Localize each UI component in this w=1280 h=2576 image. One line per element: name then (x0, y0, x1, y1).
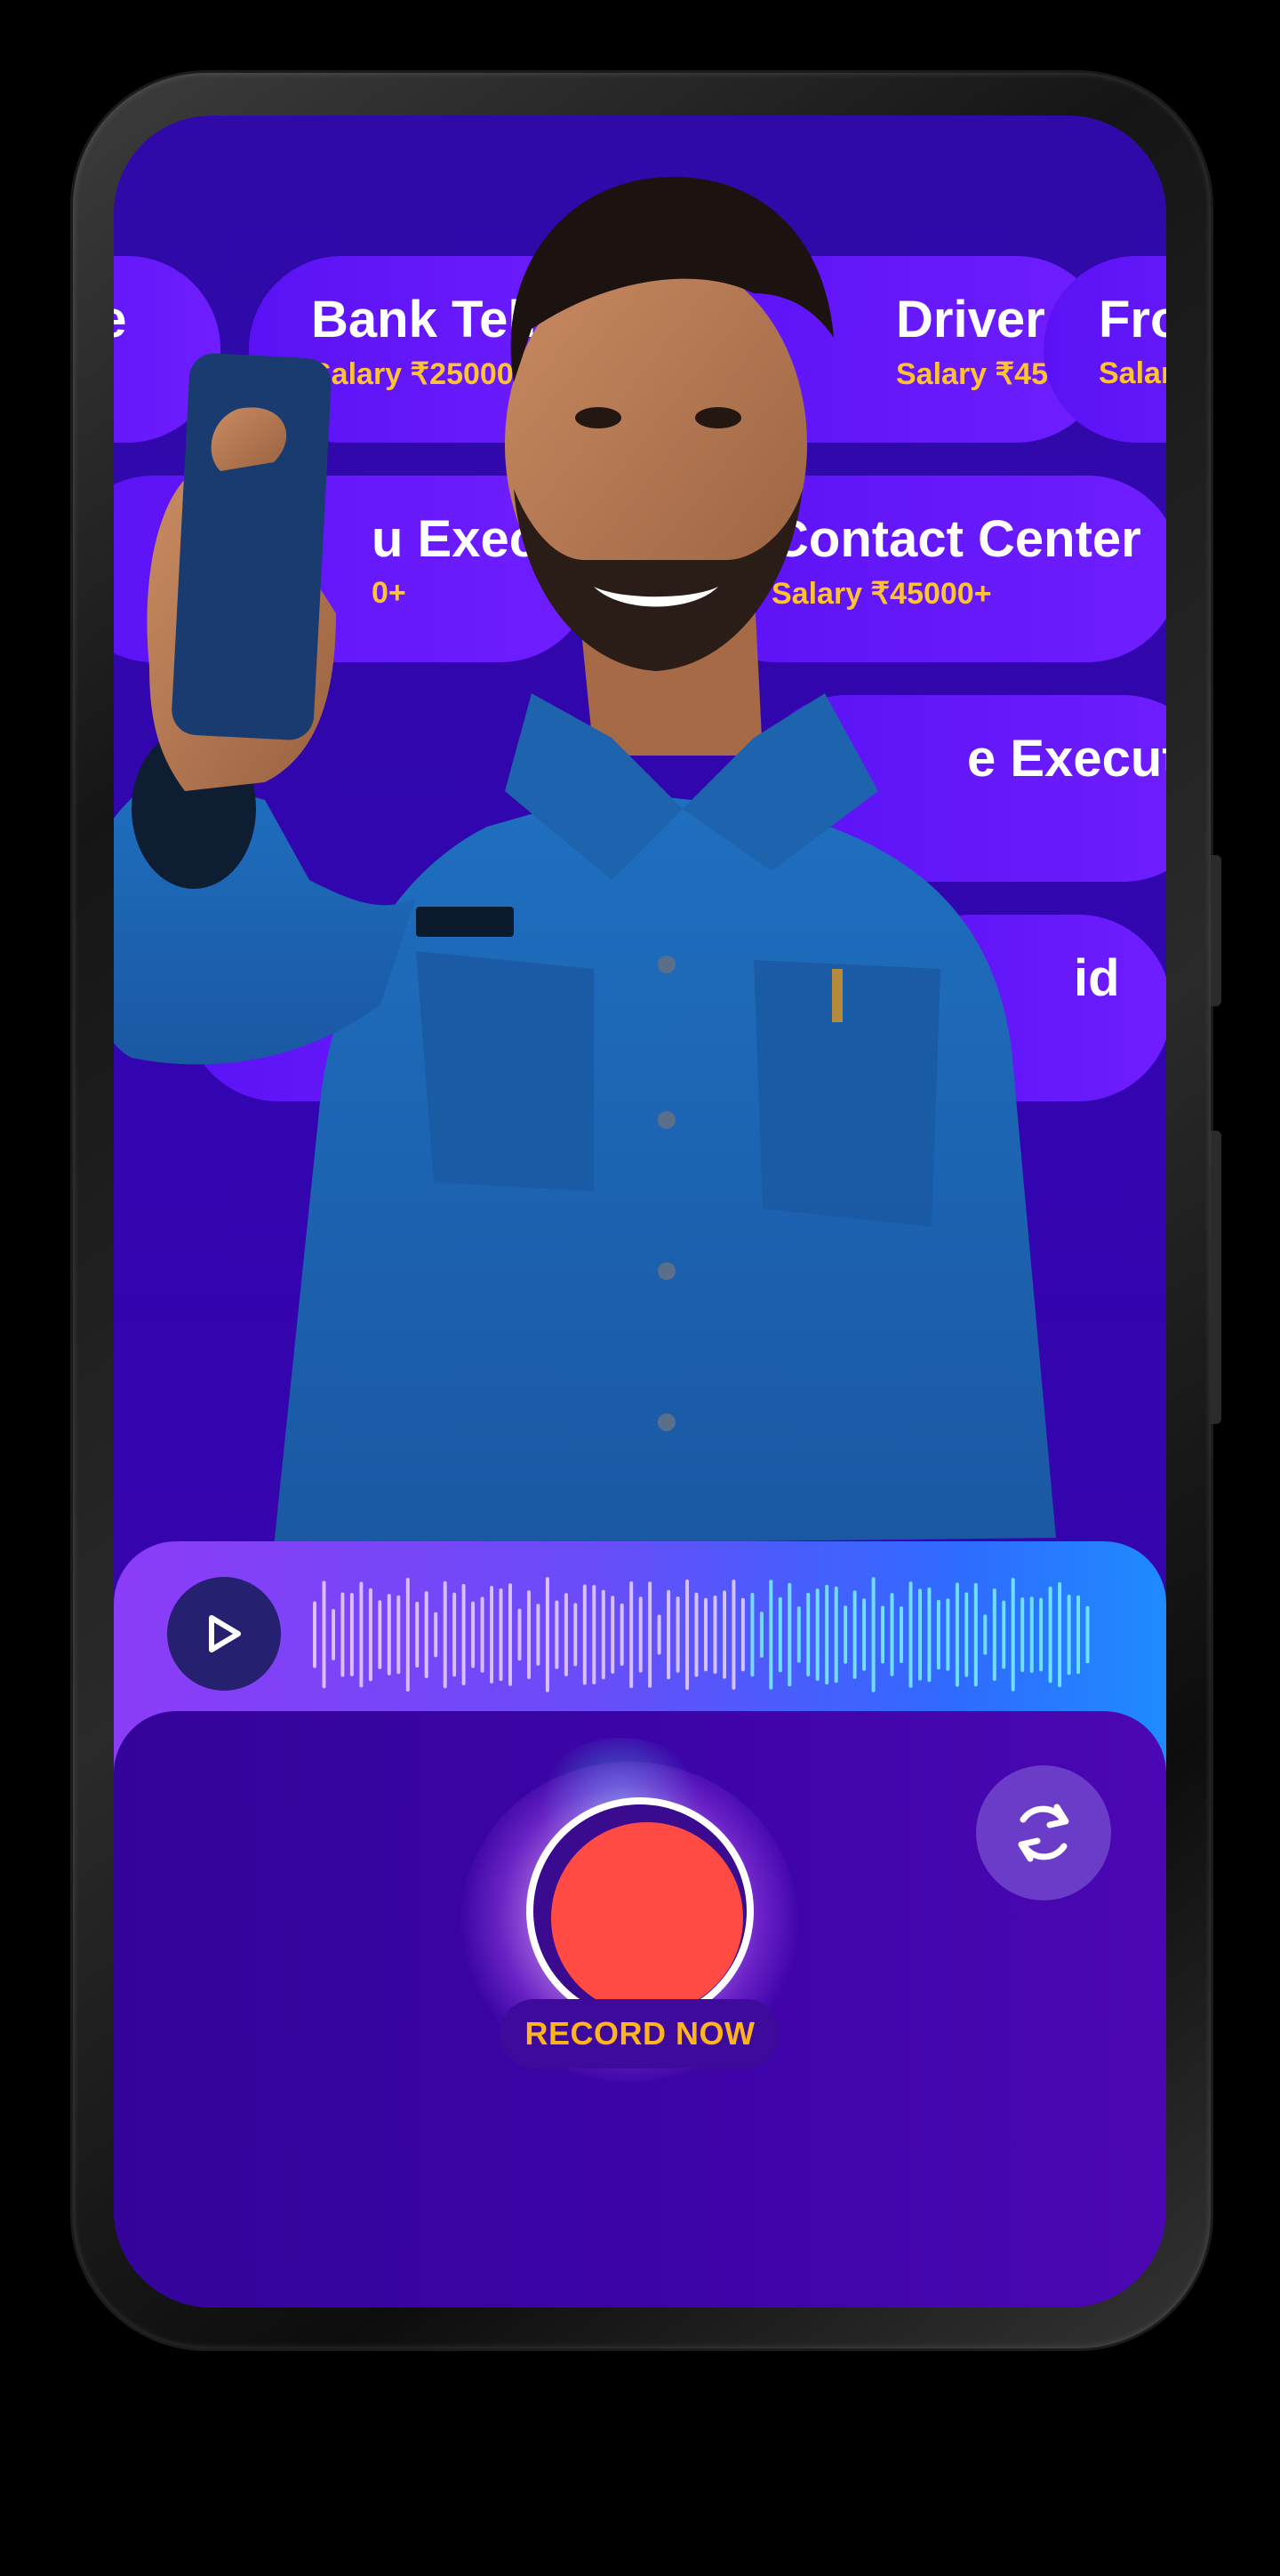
waveform-bar (1067, 1594, 1071, 1676)
waveform-bar (415, 1601, 420, 1668)
waveform-bar (685, 1579, 689, 1691)
waveform-bar (480, 1596, 484, 1673)
waveform-bar (769, 1580, 773, 1690)
waveform-bar (955, 1582, 959, 1687)
waveform-bar (499, 1588, 503, 1682)
waveform-bar (536, 1604, 540, 1666)
waveform-bar (908, 1581, 913, 1688)
waveform-bar (517, 1608, 522, 1661)
waveform-bar (629, 1581, 634, 1689)
refresh-icon (1018, 1804, 1069, 1862)
waveform-bar (946, 1598, 950, 1671)
play-icon (209, 1615, 241, 1652)
waveform-bar (611, 1596, 615, 1674)
waveform-bar (862, 1598, 867, 1671)
waveform-bar (927, 1587, 932, 1683)
waveform-bar (918, 1588, 922, 1681)
waveform-bar (490, 1586, 493, 1684)
waveform-bar (1048, 1586, 1052, 1684)
phone-volume-button (1211, 1131, 1221, 1424)
waveform-bar (396, 1595, 401, 1675)
waveform-bar (759, 1612, 764, 1658)
waveform-bar (694, 1592, 699, 1677)
waveform-bar (648, 1581, 652, 1688)
waveform-bar (527, 1590, 531, 1679)
waveform-bar (667, 1589, 671, 1680)
waveform-bar (1002, 1600, 1006, 1669)
person-photo (114, 177, 1056, 1547)
record-button-ring (526, 1797, 754, 2025)
waveform-bar (387, 1594, 391, 1676)
waveform-bar (545, 1577, 549, 1692)
waveform-bar (992, 1588, 996, 1681)
waveform-bar (461, 1584, 466, 1685)
waveform-bar (424, 1591, 428, 1678)
waveform-bar (732, 1580, 736, 1690)
waveform-bar (973, 1582, 978, 1687)
waveform-bar (815, 1588, 820, 1681)
waveform-bar (573, 1603, 578, 1667)
waveform-bar (740, 1597, 745, 1672)
phone-side-button (1211, 855, 1221, 1006)
waveform-bar (332, 1609, 335, 1660)
waveform-bar (964, 1592, 969, 1677)
waveform-bar (349, 1593, 354, 1676)
waveform-bar (788, 1582, 792, 1687)
waveform-bar (936, 1599, 940, 1670)
waveform-bar (471, 1601, 476, 1668)
waveform-bar (852, 1590, 857, 1679)
waveform-bar (359, 1581, 364, 1688)
waveform-bar (778, 1596, 782, 1673)
waveform-bar (452, 1592, 457, 1677)
waveform-bar (340, 1592, 345, 1677)
record-button-border (533, 1804, 747, 2018)
refresh-button[interactable] (976, 1765, 1111, 1900)
waveform-bar (368, 1588, 372, 1682)
record-panel: RECORD NOW (114, 1711, 1166, 2308)
waveform-bar (657, 1614, 661, 1655)
waveform-bar (620, 1603, 624, 1666)
waveform-bar (900, 1606, 903, 1663)
waveform-bar (844, 1605, 848, 1664)
waveform-bar (638, 1596, 643, 1673)
waveform-bar (378, 1600, 382, 1669)
waveform-bar (508, 1583, 512, 1686)
waveform-bar (834, 1586, 838, 1684)
waveform (313, 1577, 1090, 1692)
waveform-bar (443, 1580, 447, 1689)
waveform-bar (1039, 1597, 1044, 1672)
app-screen: ve Bank Teller Salary ₹25000+ Driver Sal… (114, 116, 1166, 2308)
waveform-bar (564, 1593, 568, 1676)
waveform-bar (881, 1605, 884, 1664)
waveform-bar (871, 1577, 876, 1692)
waveform-bar (723, 1590, 726, 1679)
waveform-bar (1011, 1578, 1015, 1692)
waveform-bar (405, 1578, 410, 1692)
waveform-bar (806, 1592, 811, 1676)
waveform-bar (704, 1597, 708, 1672)
waveform-bar (592, 1585, 596, 1684)
record-now-label[interactable]: RECORD NOW (500, 1999, 780, 2068)
waveform-bar (713, 1596, 717, 1674)
waveform-bar (601, 1589, 605, 1680)
waveform-bar (825, 1584, 829, 1685)
waveform-bar (796, 1606, 801, 1663)
waveform-bar (1029, 1596, 1034, 1673)
waveform-bar (1085, 1605, 1090, 1664)
waveform-bar (555, 1600, 559, 1669)
waveform-bar (1058, 1582, 1062, 1688)
play-button[interactable] (167, 1577, 281, 1691)
waveform-bar (676, 1596, 680, 1673)
waveform-bar (983, 1614, 988, 1655)
record-button[interactable] (551, 1822, 743, 2014)
waveform-bar (313, 1601, 316, 1668)
waveform-bar (582, 1584, 587, 1685)
waveform-bar (1020, 1597, 1025, 1672)
waveform-bar (890, 1593, 894, 1676)
waveform-bar (1076, 1595, 1080, 1675)
waveform-bar (322, 1580, 326, 1689)
waveform-bar (750, 1592, 755, 1677)
waveform-bar (434, 1612, 438, 1658)
